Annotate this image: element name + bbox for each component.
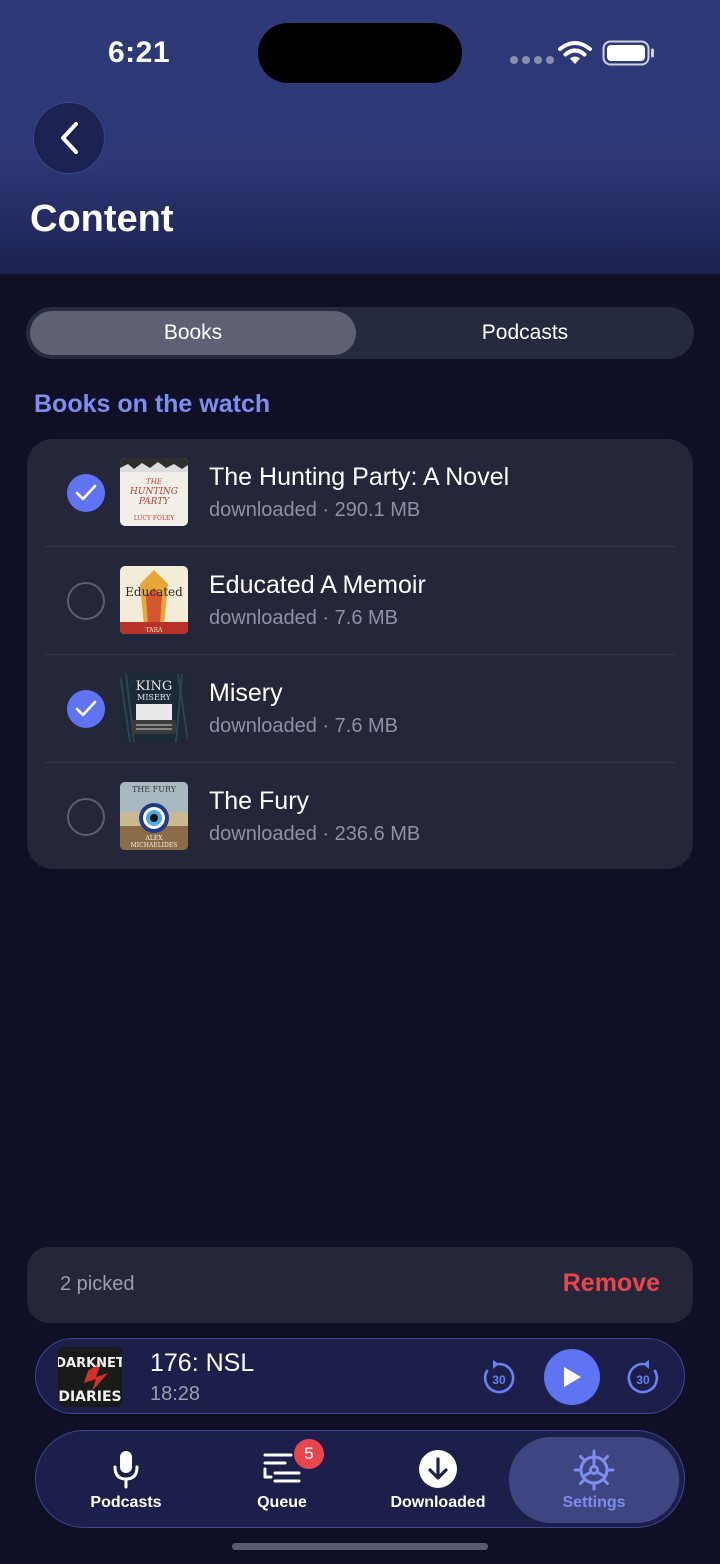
cover-text: TARA [146,627,164,634]
book-title: Educated A Memoir [209,571,426,599]
skip-back-30-icon[interactable]: 30 [482,1359,516,1395]
segment-books[interactable]: Books [30,311,356,355]
book-cover-image: Educated TARA [120,566,188,634]
episode-title: 176: NSL [150,1349,255,1377]
section-title: Books on the watch [34,390,271,418]
queue-badge: 5 [294,1439,324,1469]
tab-settings[interactable]: Settings [509,1437,679,1523]
content-type-segmented-control: Books Podcasts [26,307,694,359]
book-cover-image: THE HUNTING PARTY LUCY FOLEY [120,458,188,526]
status-bar: 6:21 [0,0,720,100]
book-meta: downloaded · 7.6 MB [209,607,399,629]
skip-forward-30-icon[interactable]: 30 [626,1359,660,1395]
cover-text: THE [146,478,162,486]
selection-action-bar: 2 picked Remove [27,1247,693,1323]
chevron-left-icon [61,122,78,154]
back-button[interactable] [33,102,105,174]
tab-label: Settings [562,1494,626,1511]
book-list: THE HUNTING PARTY LUCY FOLEY The Hunting… [27,439,693,869]
cover-text: LUCY FOLEY [134,515,176,522]
book-title: The Hunting Party: A Novel [209,463,510,491]
checkmark-icon [75,484,97,501]
segment-podcasts[interactable]: Podcasts [360,311,690,355]
tab-label: Queue [257,1494,307,1511]
cellular-signal-icon [510,56,554,64]
book-title: Misery [209,679,283,707]
cover-text: KING [136,679,173,694]
checkmark-icon [75,700,97,717]
picked-count: 2 picked [60,1273,135,1295]
microphone-icon [113,1451,139,1489]
tab-downloaded[interactable]: Downloaded [358,1431,518,1529]
book-row[interactable]: KING MISERY Misery downloaded · 7.6 MB [27,655,693,763]
tab-label: Downloaded [390,1494,486,1511]
checkbox-checked[interactable] [67,690,105,728]
play-button[interactable] [544,1349,600,1405]
book-meta: downloaded · 236.6 MB [209,823,421,845]
cover-text: ALEX [145,835,164,842]
status-time: 6:21 [108,36,171,69]
cover-text: HUNTING [129,487,178,497]
book-meta: downloaded · 290.1 MB [209,499,421,521]
book-cover-image: KING MISERY [120,674,188,742]
book-row[interactable]: Educated TARA Educated A Memoir download… [27,547,693,655]
tab-label: Podcasts [90,1494,162,1511]
battery-icon [602,40,654,66]
gear-icon [573,1449,615,1491]
book-meta: downloaded · 7.6 MB [209,715,399,737]
book-title: The Fury [209,787,310,815]
cover-text: PARTY [138,497,170,507]
skip-forward-seconds: 30 [636,1373,650,1387]
wifi-icon [558,41,592,64]
tab-bar: Podcasts 5 Queue Downloaded Settings [35,1430,685,1528]
artwork-text: DIARIES [58,1389,121,1405]
book-row[interactable]: THE HUNTING PARTY LUCY FOLEY The Hunting… [27,439,693,547]
home-indicator [232,1543,488,1550]
tab-podcasts[interactable]: Podcasts [46,1431,206,1529]
remove-button[interactable]: Remove [563,1269,660,1298]
podcast-artwork: DARKNET DIARIES [58,1347,122,1407]
checkbox-unchecked[interactable] [67,798,105,836]
page-title: Content [30,198,174,240]
tab-queue[interactable]: 5 Queue [202,1431,362,1529]
checkbox-unchecked[interactable] [67,582,105,620]
cover-text: MISERY [137,693,171,702]
cover-text: MICHAELIDES [131,842,178,849]
skip-back-seconds: 30 [492,1373,506,1387]
download-icon [419,1450,457,1488]
book-row[interactable]: THE FURY ALEX MICHAELIDES The Fury downl… [27,763,693,871]
mini-player[interactable]: DARKNET DIARIES 176: NSL 18:28 30 30 [35,1338,685,1414]
book-cover-image: THE FURY ALEX MICHAELIDES [120,782,188,850]
cover-text: THE FURY [132,785,177,794]
play-icon [564,1367,581,1387]
cover-text: Educated [125,585,183,599]
checkbox-checked[interactable] [67,474,105,512]
artwork-text: DARKNET [58,1356,122,1371]
episode-time: 18:28 [150,1383,201,1405]
dynamic-island [258,23,462,83]
